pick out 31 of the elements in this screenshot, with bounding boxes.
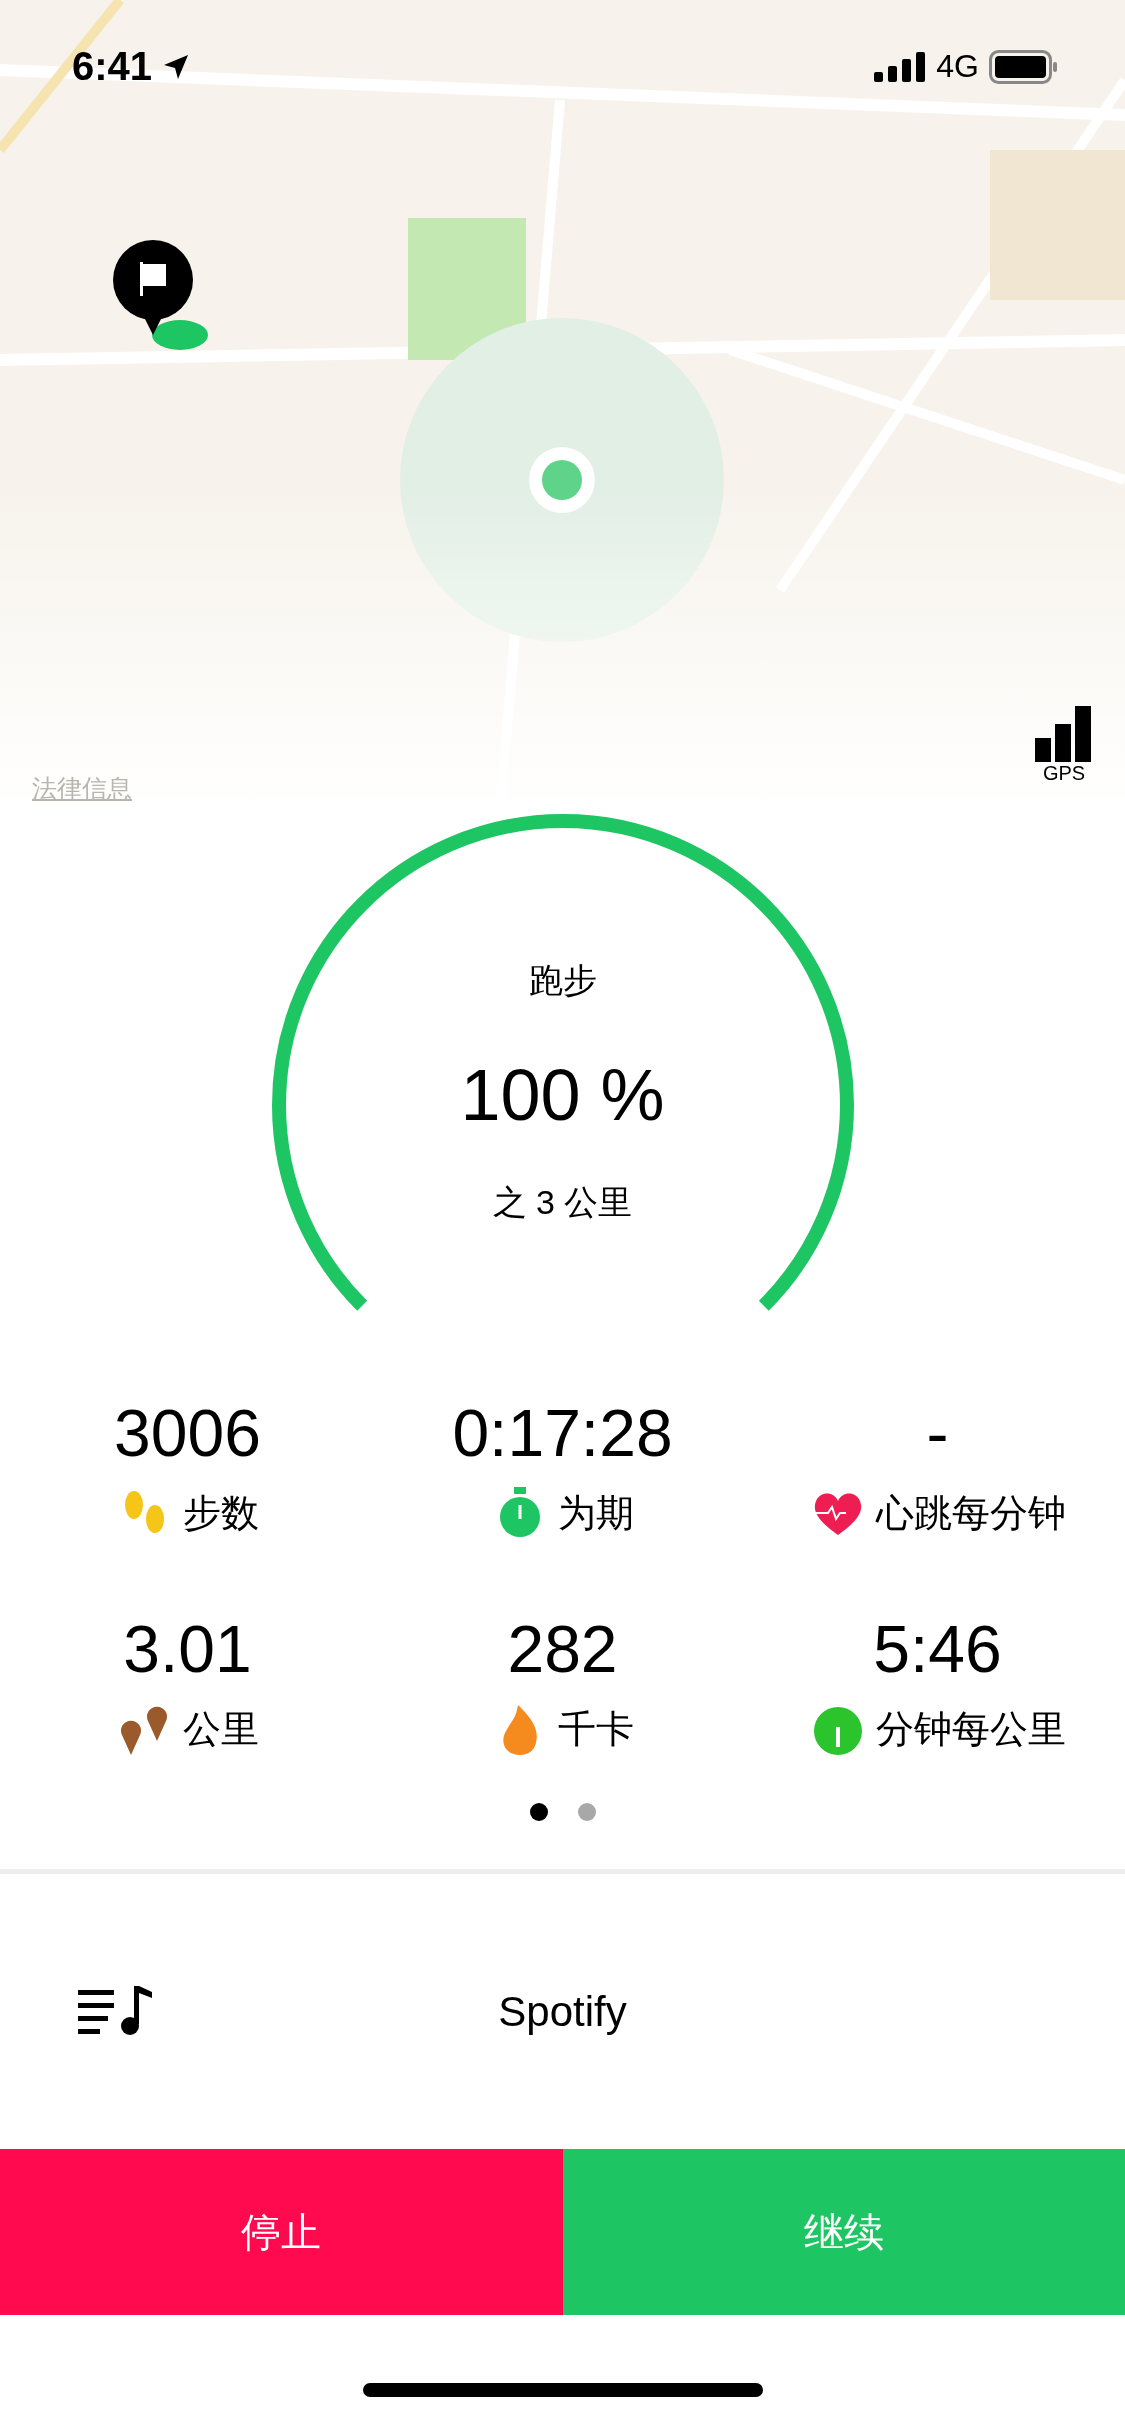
stat-value: 282	[507, 1611, 618, 1687]
goal-target: 之 3 公里	[492, 1182, 633, 1223]
music-source: Spotify	[498, 1987, 627, 2036]
stat-label: 公里	[182, 1706, 259, 1752]
goal-percent: 100 %	[460, 1054, 665, 1136]
battery-icon	[989, 49, 1059, 84]
stat-label: 步数	[182, 1490, 259, 1536]
stat-label: 为期	[557, 1490, 634, 1536]
activity-type: 跑步	[528, 960, 597, 1001]
gps-label: GPS	[1042, 762, 1086, 785]
stat-value: 5:46	[873, 1611, 1002, 1687]
status-time: 6:41	[72, 44, 153, 89]
legal-info-link[interactable]: 法律信息	[32, 772, 132, 805]
stat-label: 分钟每公里	[875, 1706, 1066, 1752]
network-type: 4G	[936, 48, 979, 85]
stat-value: -	[926, 1395, 949, 1471]
signal-icon	[874, 51, 927, 82]
flag-marker-icon	[110, 240, 210, 350]
playlist-icon	[78, 1986, 152, 2036]
stat-value: 0:17:28	[452, 1395, 673, 1471]
page-dot[interactable]	[577, 1803, 596, 1821]
location-arrow-icon	[162, 52, 191, 81]
stop-button[interactable]: 停止	[0, 2149, 563, 2315]
stat-label: 千卡	[557, 1706, 634, 1752]
location-dot-icon	[528, 446, 596, 514]
stat-label: 心跳每分钟	[875, 1490, 1066, 1536]
stat-value: 3.01	[123, 1611, 252, 1687]
signal-bars-icon	[1035, 706, 1093, 762]
resume-button[interactable]: 继续	[562, 2149, 1125, 2315]
page-dot[interactable]	[529, 1803, 548, 1821]
stat-value: 3006	[114, 1395, 261, 1471]
